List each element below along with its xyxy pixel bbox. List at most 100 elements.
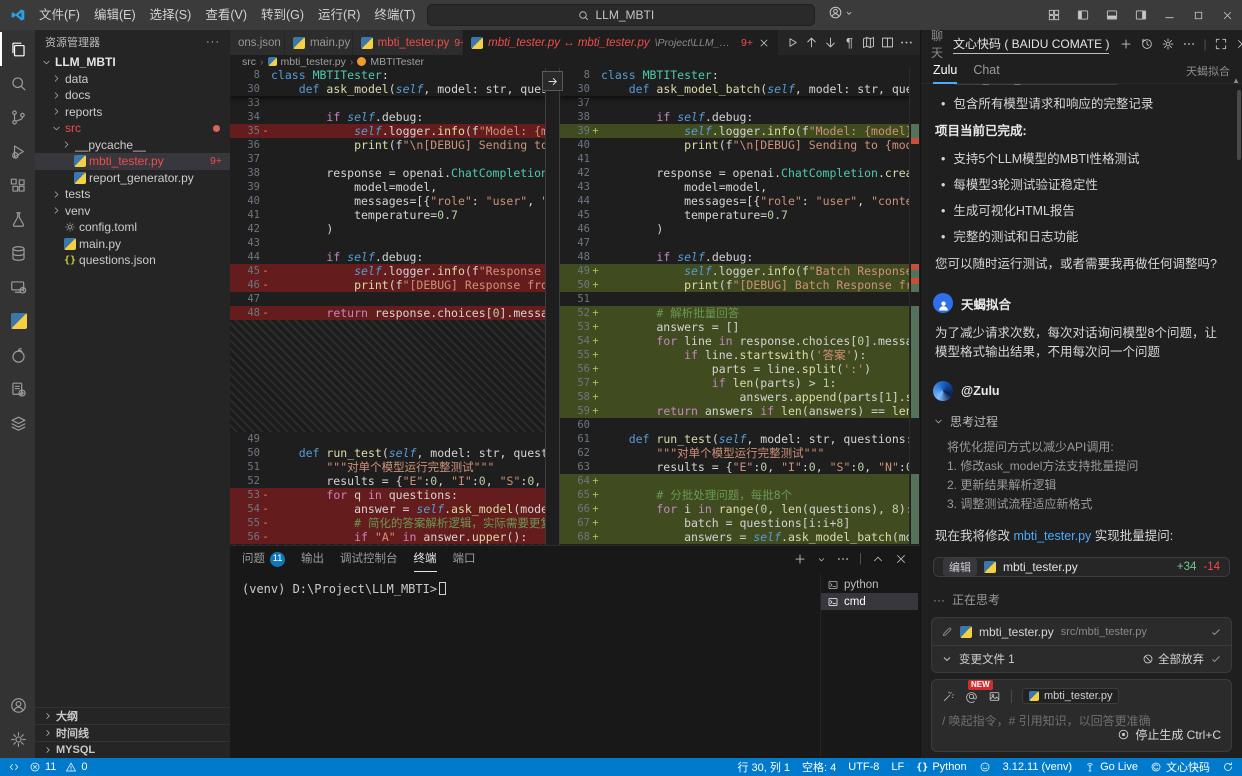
code-line[interactable]: 53- for q in questions: [230,488,545,502]
code-line[interactable]: 51 """对单个模型运行完整测试""" [230,460,545,474]
diff-modified-pane[interactable]: 8class MBTITester:30 def ask_model_batch… [560,68,920,545]
menu-item[interactable]: 终端(T) [367,4,422,26]
diff-divider[interactable] [545,68,560,545]
menu-item[interactable]: 查看(V) [198,4,254,26]
code-line[interactable]: 34 if self.debug: [230,110,545,124]
comate-tab-Chat[interactable]: Chat [973,58,999,84]
tree-item-report_generator.py[interactable]: report_generator.py [35,170,230,187]
arrow-down-icon[interactable] [822,35,839,50]
tree-item-LLM_MBTI[interactable]: LLM_MBTI [35,54,230,71]
code-line[interactable]: 50+ print(f"[DEBUG] Batch Response from … [560,278,920,292]
plus-icon[interactable] [793,552,807,566]
check-icon[interactable] [1210,626,1222,638]
status-item[interactable] [1222,761,1234,773]
tab-mbti_tester.py ↔ mbti_tester.py[interactable]: mbti_tester.py ↔ mbti_tester.py\Project\… [463,30,779,55]
code-line[interactable]: 68+ answers = self.ask_model_batch(model… [560,530,920,544]
remote-window-icon[interactable] [0,270,35,304]
panel-tab-终端[interactable]: 终端 [414,546,437,572]
code-line[interactable]: 56- if "A" in answer.upper(): [230,530,545,544]
play-icon[interactable] [784,35,801,50]
code-line[interactable]: 41 [560,152,920,166]
status-item-行 30, 列 1[interactable]: 行 30, 列 1 [737,759,790,775]
code-line[interactable]: 42 ) [230,222,545,236]
mention-icon[interactable] [965,690,978,703]
layout-bottom-icon[interactable] [1097,0,1126,30]
breadcrumb-item[interactable]: src [242,56,256,68]
status-item-LF[interactable]: LF [891,761,904,773]
scroll-up-icon[interactable]: ▲ [1232,76,1240,85]
command-center-search[interactable] [427,4,815,26]
code-line[interactable]: 60 [560,418,920,432]
tree-item-docs[interactable]: docs [35,87,230,104]
code-line[interactable]: 40 print(f"\n[DEBUG] Sending to {model}:… [560,138,920,152]
code-line[interactable]: 43 [230,236,545,250]
search-input[interactable] [596,8,666,22]
orange-icon[interactable] [0,338,35,372]
code-line[interactable]: 58+ answers.append(parts[1].strip(). [560,390,920,404]
close-icon[interactable] [1213,0,1242,30]
menu-item[interactable]: 运行(R) [311,4,367,26]
code-line[interactable]: 47 [560,236,920,250]
stop-generating-button[interactable]: 停止生成 Ctrl+C [1117,726,1221,743]
code-line[interactable]: 50 def run_test(self, model: str, questi… [230,446,545,460]
code-line[interactable]: 54+ for line in response.choices[0].mess… [560,334,920,348]
more-icon[interactable] [1182,37,1196,51]
changes-toggle-label[interactable]: 变更文件 1 [959,651,1015,667]
layout-right-icon[interactable] [1126,0,1155,30]
code-line[interactable]: 38 if self.debug: [560,110,920,124]
tree-item-reports[interactable]: reports [35,104,230,121]
tree-item-venv[interactable]: venv [35,203,230,220]
code-line[interactable]: 57+ if len(parts) > 1: [560,376,920,390]
expand-icon[interactable] [1214,37,1228,51]
files-icon[interactable] [0,32,35,66]
database-icon[interactable] [0,236,35,270]
minimize-icon[interactable] [1155,0,1184,30]
chat-input-card[interactable]: NEW mbti_tester.py / 唤起指令，# 引用知识，以回答更准确 … [931,679,1232,752]
status-item-文心快码[interactable]: 文心快码 [1150,759,1210,775]
comate-tab-Zulu[interactable]: Zulu [933,58,957,84]
menu-item[interactable]: 选择(S) [143,4,199,26]
code-line[interactable]: 44 messages=[{"role": "user", "content":… [560,194,920,208]
plus-icon[interactable] [1119,37,1133,51]
terminal-entry-python[interactable]: python [821,576,918,593]
wand-icon[interactable] [942,690,955,703]
breadcrumb-item[interactable]: MBTITester [370,56,424,68]
code-line[interactable]: 43 model=model, [560,180,920,194]
code-line[interactable]: 42 response = openai.ChatCompletion.crea… [560,166,920,180]
code-line[interactable]: 56+ parts = line.split(':') [560,362,920,376]
close-icon[interactable] [1235,37,1242,51]
code-line[interactable]: 67+ batch = questions[i:i+8] [560,516,920,530]
close-icon[interactable] [758,37,770,49]
code-line[interactable]: 45 temperature=0.7 [560,208,920,222]
code-line[interactable]: 52+ # 解析批量回答 [560,306,920,320]
tab-main.py[interactable]: main.py [285,30,353,55]
more-icon[interactable] [898,35,915,50]
tree-item-src[interactable]: src [35,120,230,137]
code-line[interactable]: 41 temperature=0.7 [230,208,545,222]
run-debug-icon[interactable] [0,134,35,168]
panel-tab-调试控制台[interactable]: 调试控制台 [340,546,398,572]
map-icon[interactable] [860,35,877,50]
chevron-up-icon[interactable] [871,552,885,566]
code-line[interactable]: 54- answer = self.ask_model(model, q["q [230,502,545,516]
code-line[interactable]: 51 [560,292,920,306]
menu-item[interactable]: 转到(G) [254,4,311,26]
code-line[interactable]: 59+ return answers if len(answers) == le… [560,404,920,418]
changed-file-row[interactable]: mbti_tester.py src/mbti_tester.py [932,618,1231,646]
account-icon[interactable] [0,688,35,722]
terminal-entry-cmd[interactable]: cmd [821,593,918,610]
code-line[interactable]: 47 [230,292,545,306]
check-icon[interactable] [1210,653,1222,665]
layout-grid-icon[interactable] [1039,0,1068,30]
profile-control[interactable] [828,5,854,20]
context-file-chip[interactable]: mbti_tester.py [1022,688,1119,704]
tab-ons.json[interactable]: ons.json [230,30,285,55]
chat-scrollbar[interactable] [1237,90,1241,160]
code-line[interactable]: 38 response = openai.ChatCompletion.crea… [230,166,545,180]
code-line[interactable]: 44 if self.debug: [230,250,545,264]
panel-tab-输出[interactable]: 输出 [301,546,324,572]
extensions-icon[interactable] [0,168,35,202]
caret-down-icon[interactable] [816,554,827,565]
discard-all-button[interactable]: 全部放弃 [1142,651,1204,667]
code-line[interactable]: 53+ answers = [] [560,320,920,334]
